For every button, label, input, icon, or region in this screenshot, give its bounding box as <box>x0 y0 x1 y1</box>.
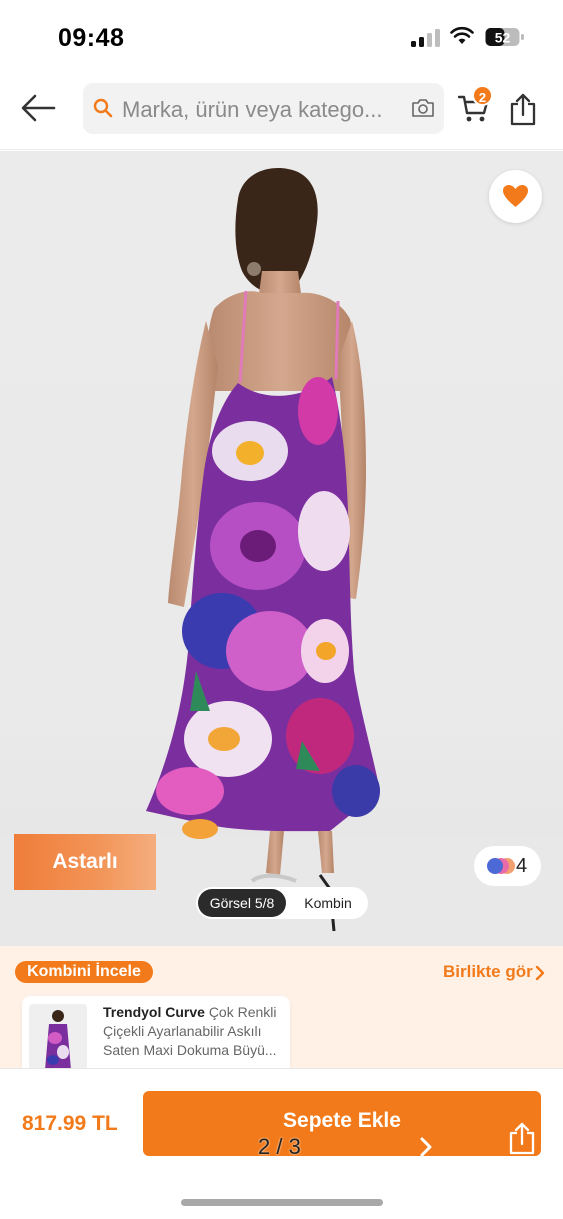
home-indicator[interactable] <box>181 1199 383 1206</box>
kombin-product-brand: Trendyol Curve <box>103 1004 205 1020</box>
add-to-cart-button[interactable]: Sepete Ekle <box>143 1091 541 1156</box>
status-time: 09:48 <box>58 24 125 52</box>
tab-gorsel[interactable]: Görsel 5/8 <box>198 889 286 917</box>
status-bar: 09:48 52 <box>0 0 563 70</box>
birlikte-gor-link[interactable]: Birlikte gör <box>443 962 533 982</box>
kombin-product-card[interactable]: Trendyol Curve Çok Renkli Çiçekli Ayarla… <box>22 996 290 1076</box>
heart-icon <box>503 185 528 207</box>
lined-product-badge: Astarlı <box>14 834 156 890</box>
search-placeholder: Marka, ürün veya katego... <box>122 97 383 122</box>
product-photo <box>146 168 380 932</box>
color-variants-button[interactable]: 4 <box>474 846 541 886</box>
chevron-right-icon[interactable] <box>419 1136 433 1158</box>
cart-count-badge: 2 <box>472 85 493 106</box>
tab-kombin[interactable]: Kombin <box>292 889 364 917</box>
back-arrow-icon[interactable] <box>20 93 56 123</box>
search-icon <box>93 98 113 118</box>
battery-level: 52 <box>495 30 511 46</box>
search-input[interactable]: Marka, ürün veya katego... <box>83 83 444 134</box>
add-to-cart-label: Sepete Ekle <box>283 1109 401 1132</box>
share-icon[interactable] <box>509 92 537 126</box>
top-navigation-bar: Marka, ürün veya katego... 2 <box>0 70 563 150</box>
kombin-product-title: Trendyol Curve Çok Renkli Çiçekli Ayarla… <box>103 1003 283 1060</box>
gallery-tabs: Görsel 5/8 Kombin <box>196 887 368 919</box>
chevron-right-icon[interactable] <box>535 965 545 981</box>
share-icon[interactable] <box>508 1121 536 1155</box>
color-variants-icon <box>487 858 515 874</box>
cellular-signal-icon <box>411 29 441 47</box>
kombin-section: Kombini İncele Birlikte gör Trendyol Cur… <box>0 946 563 1076</box>
page-indicator: 2 / 3 <box>258 1134 301 1159</box>
battery-icon: 52 <box>485 28 524 46</box>
favorite-button[interactable] <box>489 170 542 223</box>
wifi-icon <box>450 26 474 44</box>
kombin-incele-badge[interactable]: Kombini İncele <box>15 961 153 983</box>
camera-search-icon[interactable] <box>410 97 436 119</box>
product-price: 817.99 TL <box>22 1112 118 1135</box>
product-image-gallery[interactable] <box>0 151 563 946</box>
kombin-product-thumbnail <box>29 1004 87 1070</box>
color-variants-count: 4 <box>516 855 528 877</box>
